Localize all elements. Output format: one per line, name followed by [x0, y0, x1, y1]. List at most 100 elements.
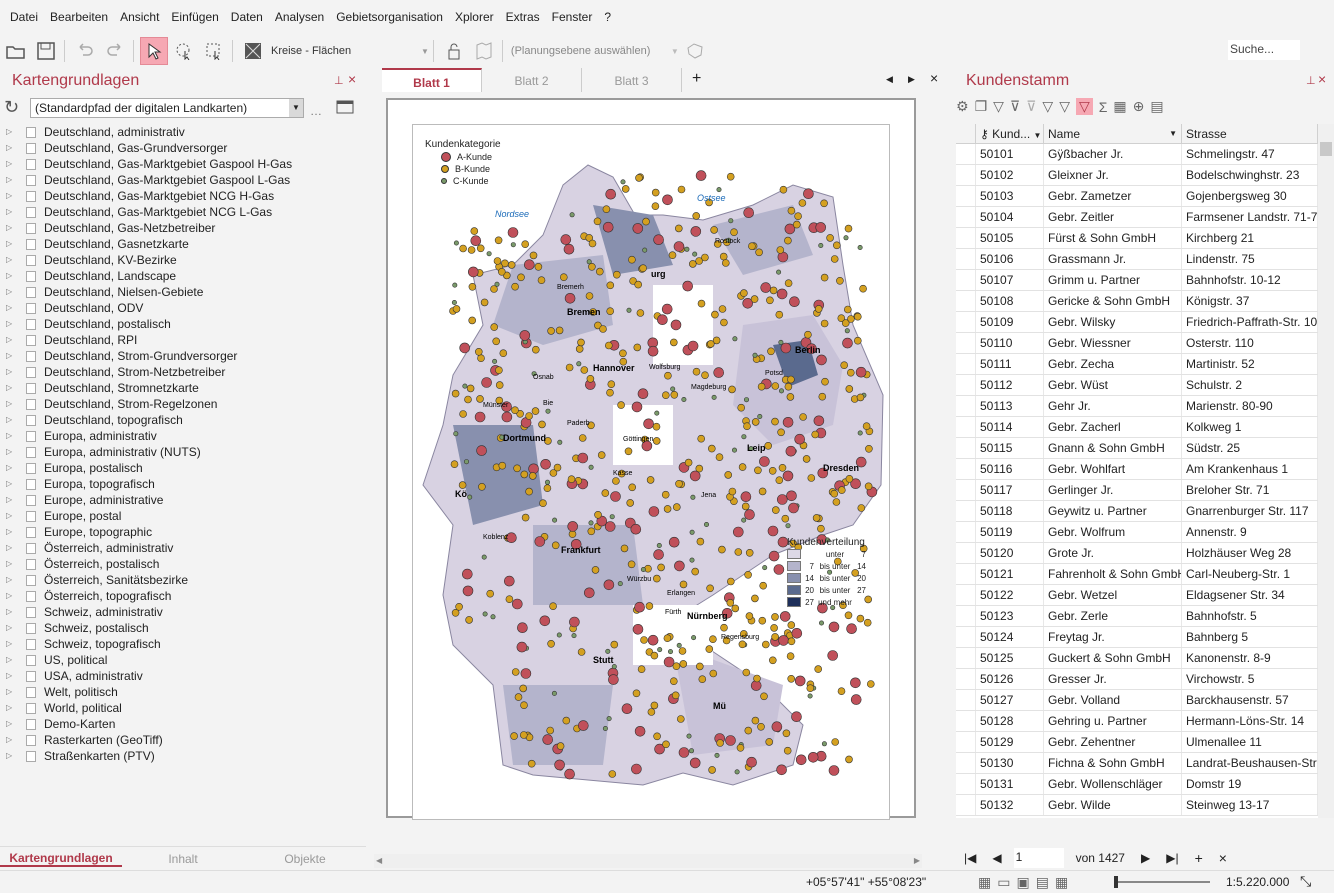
customer-dot[interactable] — [499, 349, 508, 357]
customer-dot[interactable] — [545, 479, 551, 485]
customer-dot[interactable] — [674, 560, 685, 572]
sum-icon[interactable]: Σ — [1099, 99, 1108, 115]
customer-dot[interactable] — [691, 567, 700, 576]
customer-dot[interactable] — [743, 207, 755, 218]
customer-dot[interactable] — [569, 212, 575, 218]
table-row[interactable]: 50125 Guckert & Sohn GmbH Kanonenstr. 8-9 — [956, 648, 1318, 669]
customer-dot[interactable] — [782, 470, 794, 482]
customer-dot[interactable] — [467, 246, 476, 254]
table-row[interactable]: 50115 Gnann & Sohn GmbH Südstr. 25 — [956, 438, 1318, 459]
planning-level-select[interactable]: (Planungsebene auswählen) — [511, 45, 671, 57]
customer-dot[interactable] — [609, 514, 615, 520]
customer-dot[interactable] — [453, 240, 459, 246]
calculator-icon[interactable]: ▤ — [1150, 98, 1163, 115]
table-row[interactable]: 50119 Gebr. Wolfrum Annenstr. 9 — [956, 522, 1318, 543]
rect-select-icon[interactable] — [200, 37, 228, 65]
expand-icon[interactable]: ▷ — [6, 364, 18, 380]
copy-icon[interactable]: ❐ — [975, 98, 988, 115]
cell-name[interactable]: Gebr. Volland — [1044, 690, 1182, 710]
customer-dot[interactable] — [636, 309, 645, 317]
customer-dot[interactable] — [672, 662, 681, 671]
row-selector[interactable] — [956, 396, 976, 416]
customer-dot[interactable] — [671, 691, 680, 700]
customer-dot[interactable] — [818, 243, 824, 249]
checkbox[interactable] — [26, 510, 36, 522]
cell-street[interactable]: Breloher Str. 71 — [1182, 480, 1318, 500]
customer-dot[interactable] — [634, 280, 642, 289]
customer-dot[interactable] — [451, 389, 460, 398]
customer-dot[interactable] — [652, 422, 661, 431]
customer-dot[interactable] — [632, 689, 641, 698]
cell-street[interactable]: Gnarrenburger Str. 117 — [1182, 501, 1318, 521]
row-selector[interactable] — [956, 480, 976, 500]
expand-icon[interactable]: ▷ — [6, 700, 18, 716]
customer-dot[interactable] — [668, 649, 674, 655]
next-record-icon[interactable]: ▶ — [1141, 851, 1150, 865]
checkbox[interactable] — [26, 558, 36, 570]
tree-item[interactable]: ▷ Europa, topografisch — [6, 476, 356, 492]
expand-icon[interactable]: ▷ — [6, 588, 18, 604]
chevron-down-icon[interactable]: ▼ — [671, 47, 679, 56]
customer-dot[interactable] — [466, 384, 475, 393]
expand-icon[interactable]: ▷ — [6, 556, 18, 572]
cell-customer-no[interactable]: 50122 — [976, 585, 1044, 605]
customer-dot[interactable] — [452, 305, 461, 313]
tree-item[interactable]: ▷ Deutschland, Gas-Netzbetreiber — [6, 220, 356, 236]
customer-dot[interactable] — [678, 747, 690, 758]
checkbox[interactable] — [26, 350, 36, 362]
cell-customer-no[interactable]: 50101 — [976, 144, 1044, 164]
cell-customer-no[interactable]: 50103 — [976, 186, 1044, 206]
customer-dot[interactable] — [728, 487, 737, 496]
customer-dot[interactable] — [776, 494, 788, 505]
cell-name[interactable]: Geywitz u. Partner — [1044, 501, 1182, 521]
cell-street[interactable]: Südstr. 25 — [1182, 438, 1318, 458]
customer-dot[interactable] — [750, 295, 759, 303]
cell-street[interactable]: Bodelschwinghstr. 23 — [1182, 165, 1318, 185]
tree-item[interactable]: ▷ Welt, politisch — [6, 684, 356, 700]
cell-customer-no[interactable]: 50113 — [976, 396, 1044, 416]
table-row[interactable]: 50104 Gebr. Zeitler Farmsener Landstr. 71-… — [956, 207, 1318, 228]
customer-dot[interactable] — [628, 255, 636, 264]
expand-icon[interactable]: ▷ — [6, 332, 18, 348]
customer-dot[interactable] — [492, 337, 500, 346]
customer-dot[interactable] — [807, 751, 819, 763]
tree-item[interactable]: ▷ Europe, topographic — [6, 524, 356, 540]
tree-item[interactable]: ▷ Deutschland, Gas-Marktgebiet NCG H-Gas — [6, 188, 356, 204]
customer-dot[interactable] — [728, 218, 734, 224]
customer-dot[interactable] — [866, 680, 875, 688]
customer-dot[interactable] — [562, 716, 571, 725]
customer-dot[interactable] — [611, 664, 617, 670]
customer-dot[interactable] — [738, 463, 747, 471]
customer-dot[interactable] — [511, 668, 520, 676]
tree-item[interactable]: ▷ Deutschland, Strom-Grundversorger — [6, 348, 356, 364]
customer-dot[interactable] — [710, 226, 718, 234]
customer-dot[interactable] — [634, 601, 645, 613]
customer-dot[interactable] — [627, 560, 636, 569]
cell-street[interactable]: Bahnhofstr. 5 — [1182, 606, 1318, 626]
menu-3[interactable]: Einfügen — [165, 10, 224, 24]
customer-dot[interactable] — [564, 768, 575, 780]
customer-dot[interactable] — [602, 221, 614, 233]
customer-dot[interactable] — [652, 437, 661, 445]
customer-dot[interactable] — [853, 312, 862, 321]
left-tab-1[interactable]: Inhalt — [122, 852, 244, 866]
checkbox[interactable] — [26, 606, 36, 618]
customer-dot[interactable] — [705, 645, 714, 653]
customer-dot[interactable] — [757, 413, 763, 419]
cell-street[interactable]: Lindenstr. 75 — [1182, 249, 1318, 269]
expand-icon[interactable]: ▷ — [6, 620, 18, 636]
cell-name[interactable]: Gebr. Zehentner — [1044, 732, 1182, 752]
customer-dot[interactable] — [514, 693, 523, 701]
tree-item[interactable]: ▷ Deutschland, topografisch — [6, 412, 356, 428]
customer-dot[interactable] — [726, 172, 735, 181]
customer-dot[interactable] — [569, 616, 580, 628]
chevron-down-icon[interactable]: ▼ — [421, 47, 429, 56]
customer-dot[interactable] — [646, 476, 655, 484]
customer-dot[interactable] — [718, 305, 727, 313]
customer-dot[interactable] — [603, 579, 615, 591]
customer-dot[interactable] — [741, 434, 747, 440]
table-row[interactable]: 50129 Gebr. Zehentner Ulmenallee 11 — [956, 732, 1318, 753]
redo-icon[interactable] — [101, 37, 129, 65]
cell-name[interactable]: Fichna & Sohn GmbH — [1044, 753, 1182, 773]
customer-dot[interactable] — [626, 499, 634, 507]
